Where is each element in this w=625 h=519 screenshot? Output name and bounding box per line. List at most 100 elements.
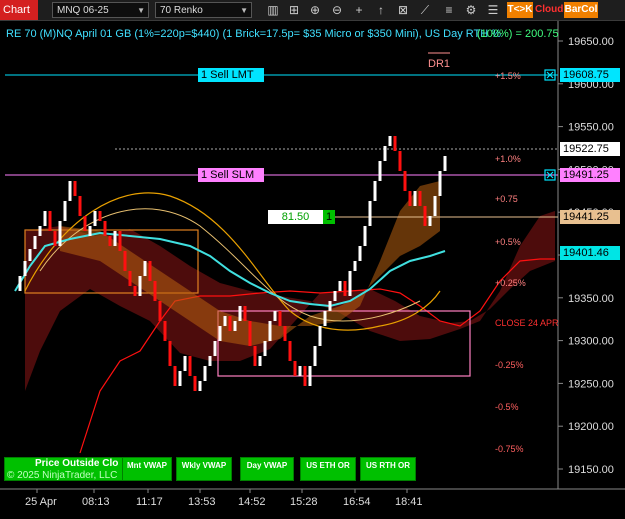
fib-icon[interactable]: ≡ <box>440 2 458 18</box>
renko-brick <box>118 231 122 251</box>
tk-toggle-button[interactable]: T<>K <box>507 2 533 18</box>
zoom-out-icon[interactable]: ⊖ <box>328 2 346 18</box>
renko-brick <box>168 341 172 366</box>
renko-brick <box>193 376 197 391</box>
renko-brick <box>353 261 357 271</box>
renko-brick <box>178 371 182 386</box>
time-tick-label: 14:52 <box>238 496 266 508</box>
list-icon[interactable]: ☰ <box>484 2 502 18</box>
crosshair-icon[interactable]: ⊞ <box>285 2 303 18</box>
cloud-toggle-button[interactable]: Cloud <box>535 2 563 18</box>
day-vwap-button[interactable]: Day VWAP <box>240 457 294 481</box>
percent-level-label: +0.5% <box>495 237 521 247</box>
renko-brick <box>318 326 322 346</box>
renko-brick <box>388 136 392 146</box>
crosshair-plus-icon[interactable]: + <box>350 2 368 18</box>
renko-brick <box>158 301 162 321</box>
renko-brick <box>163 321 167 341</box>
renko-brick <box>308 366 312 386</box>
renko-brick <box>233 321 237 331</box>
chart-info-line: RE 70 (M)NQ April 01 GB (1%=220p=$440) (… <box>6 28 502 40</box>
position-pnl[interactable]: 81.50 <box>268 210 323 224</box>
sell-limit-order-label[interactable]: 1 Sell LMT <box>198 68 264 82</box>
renko-brick <box>378 161 382 181</box>
renko-brick <box>153 281 157 301</box>
position-qty[interactable]: 1 <box>323 210 335 224</box>
mnt-vwap-button[interactable]: Mnt VWAP <box>122 457 172 481</box>
renko-brick <box>123 251 127 271</box>
renko-brick <box>148 261 152 281</box>
renko-brick <box>423 206 427 226</box>
renko-brick <box>328 301 332 311</box>
renko-brick <box>393 136 397 151</box>
sell-stop-order-label[interactable]: 1 Sell SLM <box>198 168 264 182</box>
chart-canvas[interactable]: DR1 CLOSE 24 APR +1.5% +1.0% +0.75 +0.5% +0.… <box>0 21 625 514</box>
renko-brick <box>33 236 37 249</box>
renko-brick <box>373 181 377 201</box>
renko-brick <box>298 366 302 376</box>
time-tick-label: 15:28 <box>290 496 318 508</box>
bar-type-selector[interactable]: 70 Renko ▼ <box>155 2 252 18</box>
renko-brick <box>108 236 112 246</box>
time-tick-label: 16:54 <box>343 496 371 508</box>
zoom-in-icon[interactable]: ⊕ <box>306 2 324 18</box>
renko-brick <box>68 181 72 201</box>
barcol-toggle-button[interactable]: BarCol <box>564 2 598 18</box>
arrow-up-icon[interactable]: ↑ <box>372 2 390 18</box>
price-outside-label: Price Outside Clo <box>35 458 119 469</box>
renko-brick <box>78 196 82 216</box>
renko-brick <box>58 221 62 246</box>
renko-brick <box>38 226 42 236</box>
renko-brick <box>53 231 57 246</box>
renko-brick <box>73 181 77 196</box>
renko-brick <box>413 191 417 206</box>
tab-chart[interactable]: Chart <box>0 0 38 20</box>
renko-brick <box>438 171 442 196</box>
renko-brick <box>248 321 252 346</box>
renko-brick <box>198 381 202 391</box>
time-tick-label: 25 Apr <box>25 496 57 508</box>
price-tag-label: 19608.75 <box>560 68 620 82</box>
renko-brick <box>113 231 117 246</box>
price-tag-label: 19491.25 <box>560 168 620 182</box>
renko-brick <box>218 326 222 341</box>
renko-brick <box>93 211 97 226</box>
renko-brick <box>348 271 352 296</box>
percent-level-label: +0.75 <box>495 194 518 204</box>
renko-brick <box>433 196 437 216</box>
dr-label: DR1 <box>428 58 450 70</box>
renko-brick <box>243 306 247 321</box>
time-axis-labels: 25 Apr 08:13 11:17 13:53 14:52 15:28 16:54 18:4… <box>25 489 423 508</box>
chart-area[interactable]: DR1 CLOSE 24 APR +1.5% +1.0% +0.75 +0.5% +0.… <box>0 21 625 514</box>
grid-icon[interactable]: ⊠ <box>394 2 412 18</box>
renko-brick <box>83 216 87 231</box>
renko-brick <box>443 156 447 171</box>
instrument-value: MNQ 06-25 <box>57 5 109 16</box>
bars-icon[interactable]: ▥ <box>264 2 282 18</box>
time-tick-label: 13:53 <box>188 496 216 508</box>
renko-brick <box>98 211 102 221</box>
percent-level-label: +1.0% <box>495 154 521 164</box>
renko-brick <box>238 306 242 321</box>
renko-brick <box>43 211 47 226</box>
renko-brick <box>138 276 142 296</box>
close-label: CLOSE 24 APR <box>495 318 559 328</box>
us-rth-or-button[interactable]: US RTH OR <box>360 457 416 481</box>
renko-brick <box>128 271 132 286</box>
copyright-label: © 2025 NinjaTrader, LLC <box>7 470 118 481</box>
renko-brick <box>103 221 107 236</box>
us-eth-or-button[interactable]: US ETH OR <box>300 457 356 481</box>
renko-brick <box>288 341 292 361</box>
renko-brick <box>313 346 317 366</box>
wkly-vwap-button[interactable]: Wkly VWAP <box>176 457 232 481</box>
renko-brick <box>418 191 422 206</box>
renko-brick <box>18 276 22 291</box>
renko-brick <box>343 281 347 296</box>
instrument-selector[interactable]: MNQ 06-25 ▼ <box>52 2 149 18</box>
settings-icon[interactable]: ⚙ <box>462 2 480 18</box>
line-tool-icon[interactable]: ⟋ <box>416 2 434 18</box>
renko-brick <box>398 151 402 171</box>
bar-type-value: 70 Renko <box>160 5 203 16</box>
renko-brick <box>28 249 32 261</box>
time-tick-label: 18:41 <box>395 496 423 508</box>
